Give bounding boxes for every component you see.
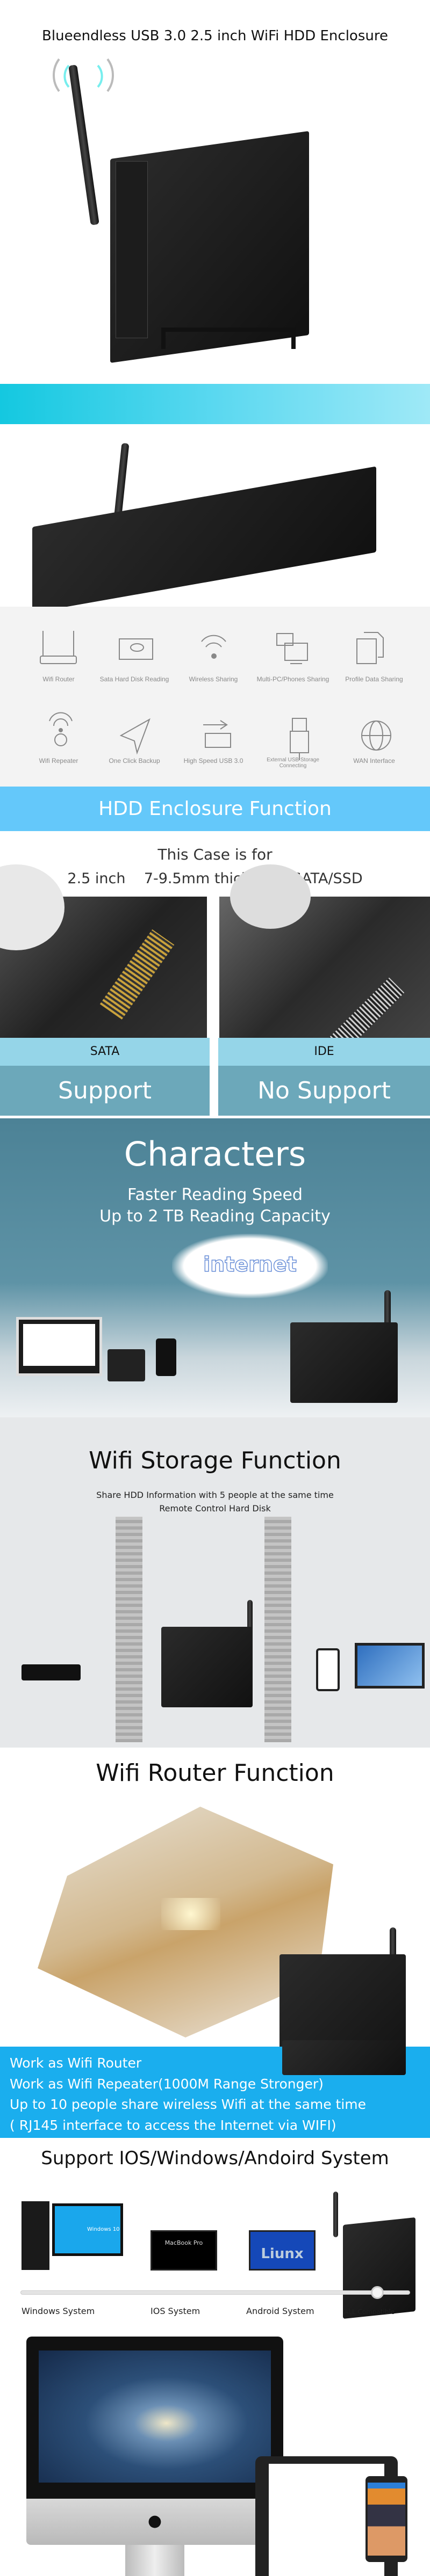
enclosure-image [161, 1627, 253, 1707]
cloud-label: internet [203, 1252, 297, 1277]
wifi-storage-section: Wifi Storage Function Share HDD Informat… [0, 1417, 430, 1748]
wifi-signal-icon [53, 58, 114, 92]
multi-monitor-icon [276, 633, 308, 664]
characters-line2: Up to 2 TB Reading Capacity [99, 1207, 331, 1226]
enclosure-image [280, 1954, 406, 2047]
feature-label: Sata Hard Disk Reading [99, 675, 169, 683]
wall [264, 1517, 291, 1742]
linux-screen-label: Liunx [261, 2246, 304, 2262]
hdd-line1: This Case is for [157, 846, 273, 863]
mac-screen-label: MacBook Pro [164, 2239, 203, 2246]
router-feature: ( RJ145 interface to access the Internet… [10, 2117, 336, 2133]
sata-label: SATA [0, 1038, 210, 1066]
gradient-band [0, 384, 430, 424]
phone-image [366, 2476, 407, 2562]
sata-drive-photo [0, 864, 207, 1039]
enclosure-side-image [32, 466, 376, 607]
systems-title: Support IOS/Windows/Andoird System [41, 2148, 389, 2169]
router-feature: Work as Wifi Repeater(1000M Range Strong… [10, 2076, 324, 2092]
imac-image: ● [26, 2337, 283, 2576]
system-label: Windows System [22, 2306, 95, 2316]
hdd-section: HDD Enclosure Function This Case is for … [0, 787, 430, 1118]
hdd-banner: HDD Enclosure Function [0, 787, 430, 831]
feature-label: One Click Backup [109, 757, 160, 765]
documents-icon [356, 632, 384, 664]
feature-label: Wifi Repeater [39, 757, 78, 765]
feature-label: High Speed USB 3.0 [183, 757, 243, 765]
router-title: Wifi Router Function [96, 1759, 334, 1787]
storage-line1: Share HDD Information with 5 people at t… [96, 1490, 334, 1500]
usb-stick-icon [290, 718, 309, 760]
feature-label: WAN Interface [353, 757, 395, 765]
wifi-icon [201, 635, 226, 659]
router-icon [40, 631, 77, 664]
linux-laptop-image: Liunx [249, 2230, 316, 2271]
characters-section: Characters Faster Reading Speed Up to 2 … [0, 1118, 430, 1417]
feature-label: Profile Data Sharing [345, 675, 403, 683]
storage-title: Wifi Storage Function [89, 1447, 341, 1474]
macbook-image: MacBook Pro [150, 2230, 217, 2271]
hdd-line2: 2.5 inch 7-9.5mm thickness SATA/SSD [67, 870, 363, 887]
features-section: Wifi Router Sata Hard Disk Reading Wirel… [0, 607, 430, 787]
router-feature: Up to 10 people share wireless Wifi at t… [10, 2097, 367, 2112]
wifi-repeater-icon [49, 712, 73, 746]
devices-section: ● [0, 2331, 430, 2576]
systems-section: Support IOS/Windows/Andoird System Windo… [0, 2138, 430, 2331]
sata-status: Support [0, 1066, 210, 1116]
characters-title: Characters [124, 1134, 306, 1174]
sata-support-card: SATA Support [0, 1038, 210, 1116]
globe-icon [361, 721, 391, 751]
enclosure-stand [282, 2040, 406, 2075]
ide-drive-photo [219, 864, 430, 1058]
feature-label: Multi-PC/Phones Sharing [256, 675, 329, 683]
laptop-image [108, 1349, 145, 1381]
system-label: IOS System [150, 2306, 200, 2316]
paper-plane-icon [119, 718, 150, 755]
windows-monitor-image: Windows 10 [52, 2203, 123, 2256]
enclosure-front-panel [116, 161, 148, 338]
windows-screen-label: Windows 10 [55, 2206, 120, 2253]
wifi-glow-icon [161, 1898, 220, 1930]
characters-line1: Faster Reading Speed [127, 1185, 303, 1204]
laptop-image [355, 1643, 425, 1689]
system-label: ALL Compatible [344, 2308, 395, 2316]
wifi-router-section: Wifi Router Function [0, 1748, 430, 2047]
page-title: Blueendless USB 3.0 2.5 inch WiFi HDD En… [42, 28, 388, 44]
enclosure-image [290, 1322, 398, 1403]
antenna [333, 2192, 338, 2237]
system-label: Android System [246, 2306, 314, 2316]
usb-icon [203, 720, 231, 748]
phone-image [316, 1648, 340, 1691]
ide-label: IDE [218, 1038, 430, 1066]
ide-status: No Support [218, 1066, 430, 1116]
feature-label: Wifi Router [42, 675, 75, 683]
compatibility-slider-track[interactable] [20, 2290, 410, 2295]
phone-image [156, 1338, 176, 1376]
hard-disk-icon [119, 638, 153, 660]
product-side-section [0, 384, 430, 607]
storage-line2: Remote Control Hard Disk [159, 1503, 271, 1513]
wall [116, 1517, 142, 1742]
monitor-image [16, 1317, 102, 1376]
hero-section: Blueendless USB 3.0 2.5 inch WiFi HDD En… [0, 0, 430, 384]
apple-logo-icon: ● [26, 2499, 283, 2545]
router-image [22, 1664, 81, 1680]
feature-label: Wireless Sharing [189, 675, 238, 683]
enclosure-image [343, 2217, 415, 2319]
feature-label: External USB Storage Connecting [267, 757, 319, 769]
ide-support-card: IDE No Support [218, 1038, 430, 1116]
pc-tower-image [22, 2201, 49, 2270]
enclosure-stand [161, 328, 296, 349]
compatibility-slider-thumb[interactable] [371, 2286, 384, 2299]
